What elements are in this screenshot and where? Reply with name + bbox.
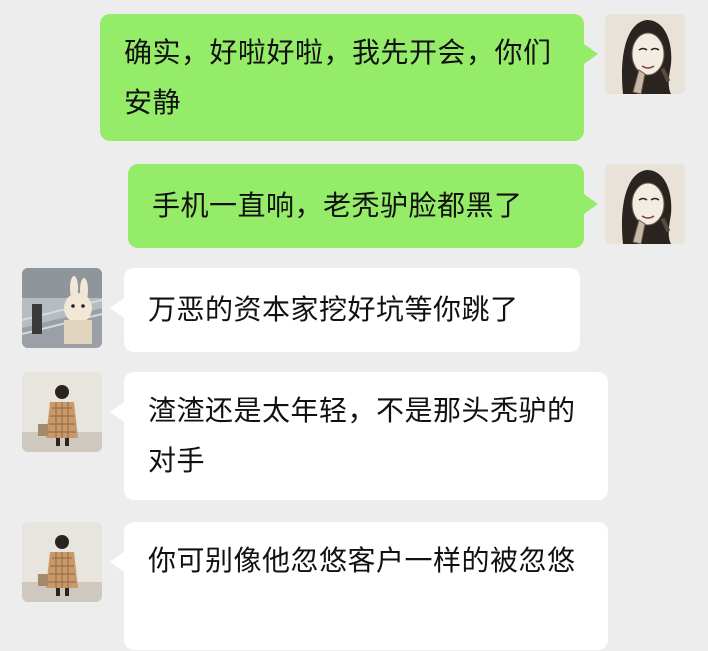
sketch-woman-avatar[interactable] bbox=[605, 14, 685, 94]
message-bubble[interactable]: 你可别像他忽悠客户一样的被忽悠 bbox=[110, 522, 608, 650]
message-row: 万恶的资本家挖好坑等你跳了 bbox=[0, 262, 708, 362]
message-row: 渣渣还是太年轻，不是那头秃驴的对手 bbox=[0, 366, 708, 506]
message-bubble[interactable]: 渣渣还是太年轻，不是那头秃驴的对手 bbox=[110, 372, 608, 500]
plaid-coat-girl-avatar[interactable] bbox=[22, 372, 102, 452]
message-text: 你可别像他忽悠客户一样的被忽悠 bbox=[148, 544, 576, 577]
message-row: 确实，好啦好啦，我先开会，你们安静 bbox=[0, 0, 708, 150]
sketch-woman-avatar[interactable] bbox=[605, 164, 685, 244]
rabbit-costume-avatar[interactable] bbox=[22, 268, 102, 348]
message-bubble[interactable]: 手机一直响，老秃驴脸都黑了 bbox=[128, 164, 598, 248]
message-text: 渣渣还是太年轻，不是那头秃驴的对手 bbox=[148, 394, 576, 477]
plaid-coat-girl-avatar[interactable] bbox=[22, 522, 102, 602]
message-text: 万恶的资本家挖好坑等你跳了 bbox=[148, 293, 519, 326]
message-text: 确实，好啦好啦，我先开会，你们安静 bbox=[124, 36, 552, 119]
message-bubble[interactable]: 确实，好啦好啦，我先开会，你们安静 bbox=[100, 14, 598, 141]
message-row: 你可别像他忽悠客户一样的被忽悠 bbox=[0, 516, 708, 651]
message-text: 手机一直响，老秃驴脸都黑了 bbox=[152, 189, 523, 222]
message-row: 手机一直响，老秃驴脸都黑了 bbox=[0, 150, 708, 260]
message-bubble[interactable]: 万恶的资本家挖好坑等你跳了 bbox=[110, 268, 580, 352]
